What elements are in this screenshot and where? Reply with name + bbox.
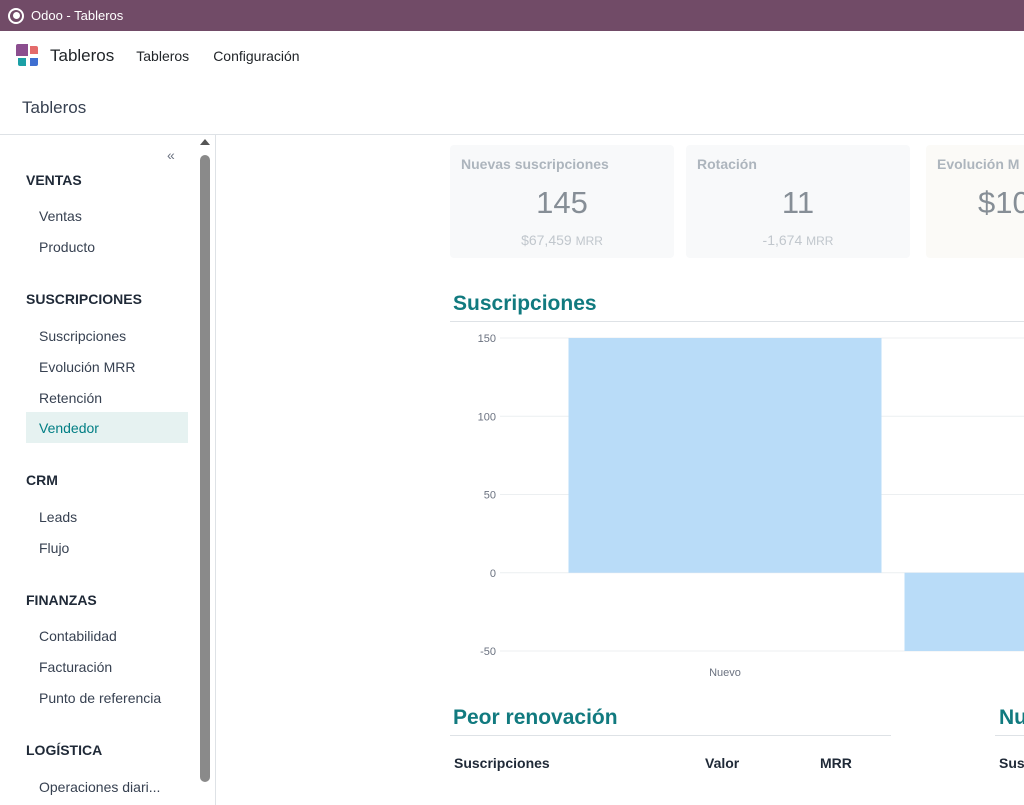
kpi-sub-unit: MRR — [575, 234, 603, 248]
breadcrumb: Tableros — [22, 97, 87, 117]
column-header-subscriptions-right[interactable]: Sus — [999, 755, 1024, 771]
window-title: Odoo - Tableros — [31, 8, 124, 23]
subscriptions-bar-chart: 150 100 50 0 -50 Nuevo — [450, 328, 1024, 683]
kpi-sub: -1,674 MRR — [686, 232, 910, 248]
sidebar-section-ventas: VENTAS — [26, 172, 82, 188]
sidebar-item-facturacion[interactable]: Facturación — [26, 651, 188, 682]
sidebar-item-vendedor[interactable]: Vendedor — [26, 412, 188, 443]
sidebar-item-operaciones-diarias[interactable]: Operaciones diari... — [26, 771, 188, 802]
sidebar-item-evolucion-mrr[interactable]: Evolución MRR — [26, 351, 188, 382]
sidebar-section-logistica: LOGÍSTICA — [26, 742, 103, 758]
section-divider — [995, 735, 1024, 736]
column-header-value[interactable]: Valor — [705, 755, 739, 771]
x-category-label: Nuevo — [709, 667, 741, 679]
kpi-value: $10 — [978, 185, 1024, 220]
y-tick-label: 0 — [490, 568, 496, 580]
kpi-value: 145 — [536, 185, 588, 220]
dashboard-sidebar: « VENTAS Ventas Producto SUSCRIPCIONES S… — [0, 135, 216, 805]
kpi-title: Nuevas suscripciones — [461, 156, 609, 172]
sidebar-item-ventas[interactable]: Ventas — [26, 200, 188, 231]
sidebar-section-crm: CRM — [26, 472, 58, 488]
y-tick-label: -50 — [480, 646, 496, 658]
dashboard-main: Nuevas suscripciones 145 $67,459 MRR Rot… — [217, 135, 1024, 805]
kpi-value: 11 — [781, 185, 815, 220]
odoo-logo-icon — [8, 7, 24, 24]
menu-configuracion[interactable]: Configuración — [213, 48, 299, 64]
section-divider — [450, 321, 1024, 322]
chart-bar[interactable] — [904, 572, 1024, 651]
sidebar-section-finanzas: FINANZAS — [26, 592, 97, 608]
dashboard-app-icon[interactable] — [16, 44, 40, 68]
control-panel: Tableros — [0, 81, 1024, 135]
sidebar-item-producto[interactable]: Producto — [26, 231, 188, 262]
top-navbar: Tableros Tableros Configuración — [0, 31, 1024, 81]
kpi-sub-unit: MRR — [806, 234, 834, 248]
collapse-sidebar-icon[interactable]: « — [167, 147, 175, 163]
column-header-mrr[interactable]: MRR — [820, 755, 852, 771]
app-name[interactable]: Tableros — [50, 46, 114, 66]
sidebar-item-suscripciones[interactable]: Suscripciones — [26, 320, 188, 351]
sidebar-item-punto-de-referencia[interactable]: Punto de referencia — [26, 682, 188, 713]
column-header-subscriptions[interactable]: Suscripciones — [454, 755, 550, 771]
sidebar-item-retencion[interactable]: Retención — [26, 382, 188, 413]
chart-svg: 150 100 50 0 -50 Nuevo — [478, 333, 1024, 679]
right-section-title: Nu — [999, 706, 1024, 729]
y-tick-label: 100 — [478, 411, 496, 423]
kpi-title: Rotación — [697, 156, 757, 172]
kpi-card-mrr-evolution[interactable]: Evolución M $10 — [926, 145, 1024, 258]
kpi-sub-value: -1,674 — [762, 232, 803, 248]
subscriptions-section-title: Suscripciones — [453, 292, 597, 315]
y-tick-label: 50 — [484, 490, 496, 502]
kpi-card-churn[interactable]: Rotación 11 -1,674 MRR — [686, 145, 910, 258]
scrollbar-thumb[interactable] — [200, 155, 210, 782]
section-divider — [450, 735, 891, 736]
menu-tableros[interactable]: Tableros — [136, 48, 189, 64]
sidebar-item-contabilidad[interactable]: Contabilidad — [26, 620, 188, 651]
kpi-sub-value: $67,459 — [521, 232, 572, 248]
scroll-up-arrow-icon[interactable] — [200, 139, 210, 145]
sidebar-scrollbar[interactable] — [198, 135, 212, 805]
sidebar-section-suscripciones: SUSCRIPCIONES — [26, 291, 142, 307]
sidebar-item-leads[interactable]: Leads — [26, 501, 188, 532]
sidebar-item-flujo[interactable]: Flujo — [26, 532, 188, 563]
y-tick-label: 150 — [478, 333, 496, 345]
kpi-card-new-subscriptions[interactable]: Nuevas suscripciones 145 $67,459 MRR — [450, 145, 674, 258]
chart-bar[interactable] — [568, 338, 882, 573]
window-titlebar: Odoo - Tableros — [0, 0, 1024, 31]
kpi-sub: $67,459 MRR — [450, 232, 674, 248]
worst-renewal-section-title: Peor renovación — [453, 706, 618, 729]
kpi-title: Evolución M — [937, 156, 1020, 172]
